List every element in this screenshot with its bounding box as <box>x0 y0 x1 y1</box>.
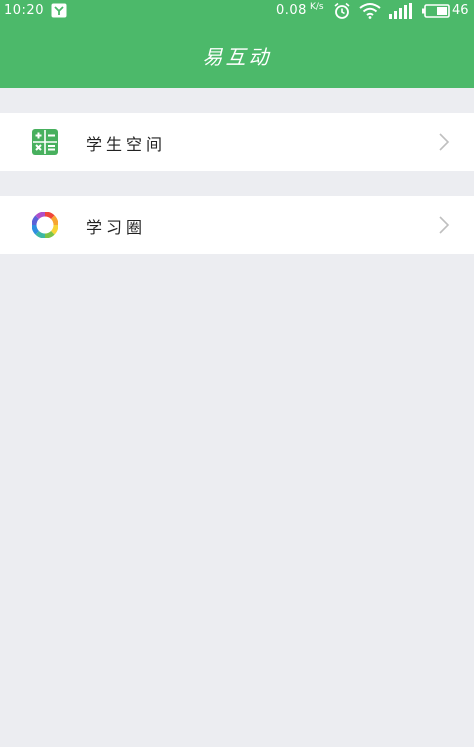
signal-icon <box>389 3 412 19</box>
menu-item-label: 学生空间 <box>86 135 167 154</box>
status-bar: 10:20 0.08 K/s 46 <box>0 0 474 22</box>
alarm-icon <box>334 2 350 19</box>
chevron-right-icon <box>439 216 450 234</box>
menu-item-student-space[interactable]: 学生空间 <box>0 113 474 171</box>
battery-level: 46 <box>452 3 469 18</box>
page-title: 易互动 <box>202 45 272 69</box>
calculator-icon <box>32 129 58 155</box>
menu-item-label: 学习圈 <box>86 218 147 237</box>
wifi-icon <box>359 3 381 19</box>
battery-icon <box>422 4 450 18</box>
network-speed: 0.08 <box>276 3 307 18</box>
chevron-right-icon <box>439 133 450 151</box>
color-ring-icon <box>32 212 58 238</box>
app-bar: 易互动 <box>0 22 474 88</box>
network-speed-unit: K/s <box>310 2 324 12</box>
menu-item-study-circle[interactable]: 学习圈 <box>0 196 474 254</box>
app-notification-icon <box>51 3 67 18</box>
status-time: 10:20 <box>4 3 44 18</box>
